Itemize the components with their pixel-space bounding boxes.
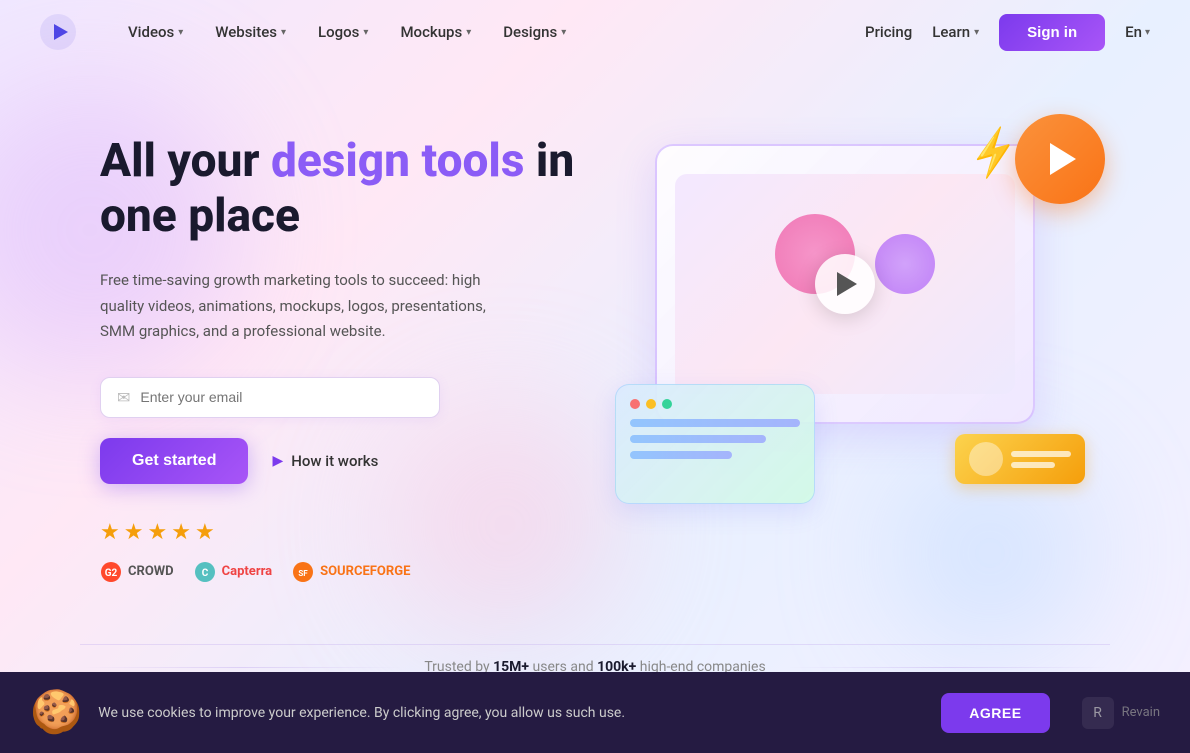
- g2crowd-logo: G2 CROWD: [100, 561, 174, 583]
- language-selector[interactable]: En ▾: [1125, 23, 1150, 41]
- capterra-icon: C: [194, 561, 216, 583]
- svg-text:C: C: [201, 568, 208, 579]
- revain-badge: R Revain: [1082, 697, 1160, 729]
- nav-videos[interactable]: Videos ▾: [116, 15, 195, 49]
- nav-designs[interactable]: Designs ▾: [491, 15, 578, 49]
- sourceforge-logo: SF SOURCEFORGE: [292, 561, 410, 583]
- get-started-button[interactable]: Get started: [100, 438, 248, 484]
- hero-subtitle: Free time-saving growth marketing tools …: [100, 268, 500, 345]
- revain-icon: R: [1082, 697, 1114, 729]
- g2crowd-icon: G2: [100, 561, 122, 583]
- chevron-down-icon: ▾: [1145, 27, 1150, 38]
- star-1: ★: [100, 520, 120, 545]
- line-1: [630, 419, 800, 427]
- star-5: ★: [195, 520, 215, 545]
- trusted-line-left: [80, 667, 404, 668]
- monitor-inner: [675, 174, 1015, 394]
- mini-card-lines: [630, 419, 800, 459]
- line-2: [630, 435, 766, 443]
- hero-content: All your design tools in one place Free …: [100, 94, 580, 583]
- review-logos: G2 CROWD C Capterra SF SOURCEFORGE: [100, 561, 580, 583]
- play-icon: ▶: [272, 453, 283, 469]
- cookie-banner: 🍪 We use cookies to improve your experie…: [0, 672, 1190, 753]
- chevron-down-icon: ▾: [561, 27, 566, 38]
- badge-card: [955, 434, 1085, 484]
- star-rating: ★ ★ ★ ★ ★: [100, 520, 580, 545]
- nav-logos[interactable]: Logos ▾: [306, 15, 380, 49]
- badge-content: [1011, 451, 1071, 468]
- revain-label: Revain: [1122, 705, 1160, 720]
- star-3: ★: [147, 520, 167, 545]
- hero-actions: Get started ▶ How it works: [100, 438, 580, 484]
- play-triangle: [837, 272, 857, 296]
- cookie-icon: 🍪: [30, 688, 82, 737]
- browser-dot-green: [662, 399, 672, 409]
- chevron-down-icon: ▾: [281, 27, 286, 38]
- illustration: ⚡: [595, 124, 1095, 544]
- line-3: [630, 451, 732, 459]
- chevron-down-icon: ▾: [363, 27, 368, 38]
- hero-illustration: ⚡: [580, 94, 1110, 594]
- cookie-text: We use cookies to improve your experienc…: [98, 705, 925, 721]
- badge-line-2: [1011, 462, 1055, 468]
- email-input[interactable]: [140, 389, 423, 405]
- navigation: Videos ▾ Websites ▾ Logos ▾ Mockups ▾ De…: [0, 0, 1190, 64]
- capterra-logo: C Capterra: [194, 561, 272, 583]
- chevron-down-icon: ▾: [466, 27, 471, 38]
- svg-text:G2: G2: [105, 568, 118, 579]
- play-button-center[interactable]: [815, 254, 875, 314]
- chevron-down-icon: ▾: [974, 27, 979, 38]
- svg-text:SF: SF: [298, 569, 308, 578]
- monitor-card: [655, 144, 1035, 424]
- logo[interactable]: [40, 14, 76, 50]
- nav-mockups[interactable]: Mockups ▾: [388, 15, 483, 49]
- badge-avatar: [969, 442, 1003, 476]
- hero-section: All your design tools in one place Free …: [0, 64, 1190, 644]
- browser-dots: [630, 399, 800, 409]
- floating-play-button[interactable]: [1015, 114, 1105, 204]
- sourceforge-icon: SF: [292, 561, 314, 583]
- mini-browser-card: [615, 384, 815, 504]
- badge-line-1: [1011, 451, 1071, 457]
- signin-button[interactable]: Sign in: [999, 14, 1105, 51]
- email-icon: ✉: [117, 388, 130, 407]
- email-form: ✉: [100, 377, 440, 418]
- browser-dot-yellow: [646, 399, 656, 409]
- browser-dot-red: [630, 399, 640, 409]
- floating-play-triangle: [1050, 143, 1076, 175]
- hero-title: All your design tools in one place: [100, 134, 580, 244]
- nav-websites[interactable]: Websites ▾: [203, 15, 298, 49]
- nav-right: Pricing Learn ▾ Sign in En ▾: [865, 14, 1150, 51]
- star-4: ★: [171, 520, 191, 545]
- nav-links: Videos ▾ Websites ▾ Logos ▾ Mockups ▾ De…: [116, 15, 865, 49]
- chevron-down-icon: ▾: [178, 27, 183, 38]
- nav-learn-link[interactable]: Learn ▾: [932, 23, 979, 41]
- nav-pricing-link[interactable]: Pricing: [865, 23, 912, 41]
- cookie-agree-button[interactable]: AGREE: [941, 693, 1049, 733]
- how-it-works-button[interactable]: ▶ How it works: [272, 452, 378, 470]
- trusted-line-right: [786, 667, 1110, 668]
- star-2: ★: [124, 520, 144, 545]
- decoration-lilac-circle: [875, 234, 935, 294]
